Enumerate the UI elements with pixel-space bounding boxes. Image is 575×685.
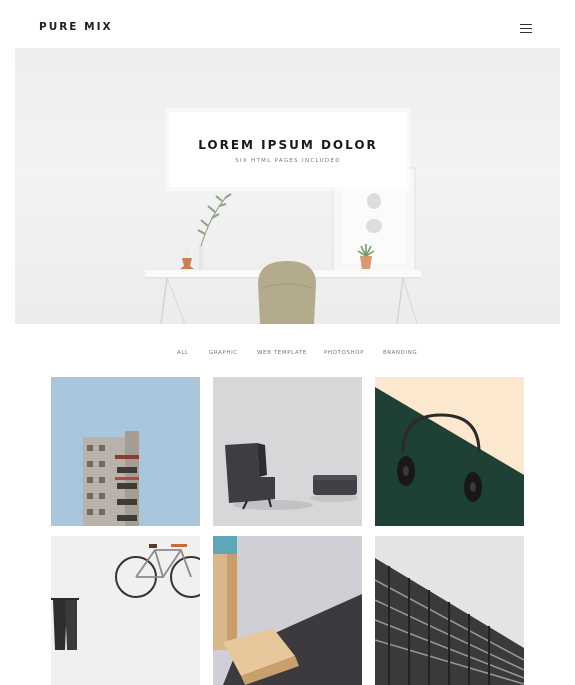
portfolio-item-skyscraper[interactable] <box>375 536 524 685</box>
filter-web-template[interactable]: WEB TEMPLATE <box>257 350 307 356</box>
headphones-image <box>375 377 524 526</box>
filter-branding[interactable]: BRANDING <box>383 350 417 356</box>
skyscraper-image <box>375 536 524 685</box>
hamburger-menu-icon[interactable] <box>520 24 532 34</box>
filter-photoshop[interactable]: PHOTOSHOP <box>324 350 364 356</box>
chair-image <box>213 377 362 526</box>
portfolio-item-chair[interactable] <box>213 377 362 526</box>
hero-title: LOREM IPSUM DOLOR <box>198 138 378 152</box>
hero-banner: LOREM IPSUM DOLOR SIX HTML PAGES INCLUDE… <box>15 48 560 324</box>
building-image <box>51 377 200 526</box>
hero-title-card: LOREM IPSUM DOLOR SIX HTML PAGES INCLUDE… <box>170 112 406 187</box>
brand-logo[interactable]: PURE MIX <box>39 21 113 33</box>
filter-graphic[interactable]: GRAPHIC <box>209 350 238 356</box>
portfolio-item-building[interactable] <box>51 377 200 526</box>
portfolio-item-headphones[interactable] <box>375 377 524 526</box>
hero-subtitle: SIX HTML PAGES INCLUDED <box>235 158 341 164</box>
portfolio-item-bicycle[interactable] <box>51 536 200 685</box>
filter-all[interactable]: ALL <box>177 350 189 356</box>
top-navbar: PURE MIX <box>0 0 575 48</box>
portfolio-item-wooden-blocks[interactable] <box>213 536 362 685</box>
bicycle-image <box>51 536 200 685</box>
wooden-blocks-image <box>213 536 362 685</box>
portfolio-filter-bar: ALL GRAPHIC WEB TEMPLATE PHOTOSHOP BRAND… <box>0 350 575 360</box>
